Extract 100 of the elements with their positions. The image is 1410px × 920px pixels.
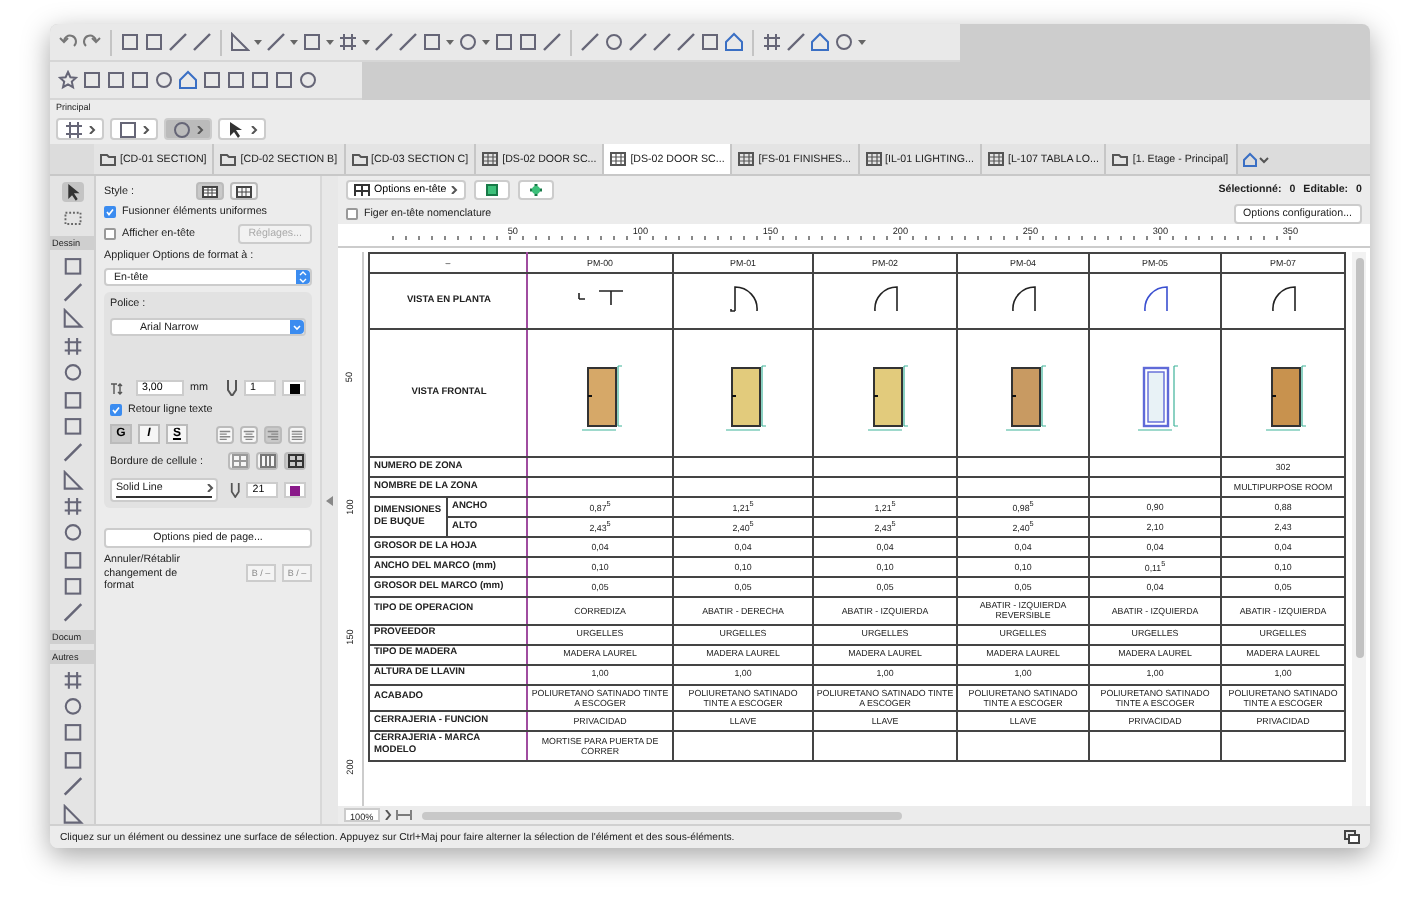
folder-icon <box>100 152 116 166</box>
square-icon[interactable] <box>82 70 102 90</box>
caret-icon <box>88 125 96 133</box>
windows-icon[interactable] <box>1344 830 1360 844</box>
circle-icon[interactable] <box>61 696 83 717</box>
checkbox[interactable] <box>104 206 116 218</box>
caret-icon <box>296 270 310 284</box>
line-icon[interactable] <box>192 32 212 52</box>
checkbox[interactable] <box>104 228 116 240</box>
square-icon[interactable] <box>202 70 222 90</box>
circle-icon[interactable] <box>834 32 854 52</box>
square-icon[interactable] <box>700 32 720 52</box>
square-icon[interactable] <box>120 32 140 52</box>
line-icon[interactable] <box>628 32 648 52</box>
undo-icon[interactable] <box>58 32 78 52</box>
line-icon[interactable] <box>61 442 83 464</box>
align-button[interactable] <box>288 425 306 443</box>
caret-icon[interactable] <box>384 810 392 820</box>
checkmark-icon <box>106 208 114 216</box>
caret-icon <box>450 186 459 194</box>
square-icon[interactable] <box>61 749 83 771</box>
align-button[interactable] <box>216 425 234 443</box>
marquee-icon[interactable] <box>61 208 83 230</box>
collapse-arrow-icon[interactable] <box>326 495 334 505</box>
square-icon[interactable] <box>302 32 322 52</box>
square-icon[interactable] <box>250 70 270 90</box>
square-icon[interactable] <box>61 389 83 410</box>
border-button[interactable] <box>284 452 306 470</box>
line-icon[interactable] <box>61 776 83 798</box>
redo-icon[interactable] <box>82 32 102 52</box>
circle-icon[interactable] <box>604 32 624 52</box>
line-icon[interactable] <box>542 32 562 52</box>
house-icon[interactable] <box>810 32 830 52</box>
scrollbar[interactable] <box>1352 252 1366 806</box>
zoom-button[interactable] <box>518 180 555 200</box>
triangle-icon[interactable] <box>61 803 83 824</box>
scrollbar-thumb[interactable] <box>1355 258 1363 658</box>
checkbox[interactable] <box>346 208 358 220</box>
caret-icon[interactable] <box>446 38 454 46</box>
line-icon[interactable] <box>61 282 83 303</box>
frame-icon <box>484 182 501 198</box>
line-icon[interactable] <box>652 32 672 52</box>
align-button[interactable] <box>240 425 258 443</box>
square-icon[interactable] <box>422 32 442 52</box>
square-icon[interactable] <box>61 549 83 571</box>
square-icon[interactable] <box>518 32 538 52</box>
arrow-icon[interactable] <box>61 182 83 203</box>
caret-icon[interactable] <box>254 38 262 46</box>
triangle-icon[interactable] <box>230 32 250 52</box>
circle-icon[interactable] <box>61 362 83 384</box>
square-icon[interactable] <box>61 255 83 277</box>
circle-icon[interactable] <box>298 70 318 90</box>
house-icon[interactable] <box>724 32 744 52</box>
folder-icon <box>351 152 368 166</box>
square-icon[interactable] <box>61 722 83 744</box>
caret-icon[interactable] <box>482 38 490 46</box>
house-icon[interactable] <box>1242 151 1271 167</box>
caret-icon[interactable] <box>362 38 370 46</box>
square-icon[interactable] <box>61 415 83 437</box>
triangle-icon[interactable] <box>61 308 83 330</box>
caret-icon[interactable] <box>326 38 334 46</box>
color-swatch[interactable] <box>284 482 306 498</box>
line-icon[interactable] <box>266 32 286 52</box>
star-icon[interactable] <box>58 70 78 90</box>
style-button[interactable] <box>195 182 223 200</box>
square-icon[interactable] <box>494 32 514 52</box>
line-icon[interactable] <box>398 32 418 52</box>
align-icon <box>290 427 304 441</box>
square-icon[interactable] <box>130 70 150 90</box>
line-icon[interactable] <box>580 32 600 52</box>
line-icon[interactable] <box>61 602 83 624</box>
line-icon[interactable] <box>786 32 806 52</box>
caret-icon[interactable] <box>290 38 298 46</box>
house-icon[interactable] <box>178 70 198 90</box>
fit-button[interactable] <box>474 180 511 200</box>
circle-icon[interactable] <box>61 522 83 544</box>
toolbar-button[interactable] <box>218 118 266 140</box>
square-icon[interactable] <box>226 70 246 90</box>
fit-width-icon[interactable] <box>396 810 412 820</box>
square-icon[interactable] <box>144 32 164 52</box>
line-icon[interactable] <box>676 32 696 52</box>
line-icon[interactable] <box>374 32 394 52</box>
line-icon[interactable] <box>168 32 188 52</box>
caret-icon[interactable] <box>858 38 866 46</box>
circle-icon[interactable] <box>458 32 478 52</box>
toolbar-button[interactable] <box>110 118 158 140</box>
color-swatch[interactable] <box>282 380 306 396</box>
caret-icon <box>290 320 304 334</box>
square-icon[interactable] <box>106 70 126 90</box>
folder-icon <box>1112 152 1129 166</box>
scrollbar[interactable] <box>422 811 902 819</box>
align-button[interactable] <box>264 425 282 443</box>
square-icon[interactable] <box>274 70 294 90</box>
triangle-icon[interactable] <box>61 469 83 490</box>
checkbox[interactable] <box>110 404 122 416</box>
square-icon[interactable] <box>61 576 83 597</box>
border-button[interactable] <box>256 452 278 470</box>
circle-icon[interactable] <box>154 70 174 90</box>
toolbar-button[interactable] <box>56 118 104 140</box>
style-button[interactable] <box>229 182 257 200</box>
